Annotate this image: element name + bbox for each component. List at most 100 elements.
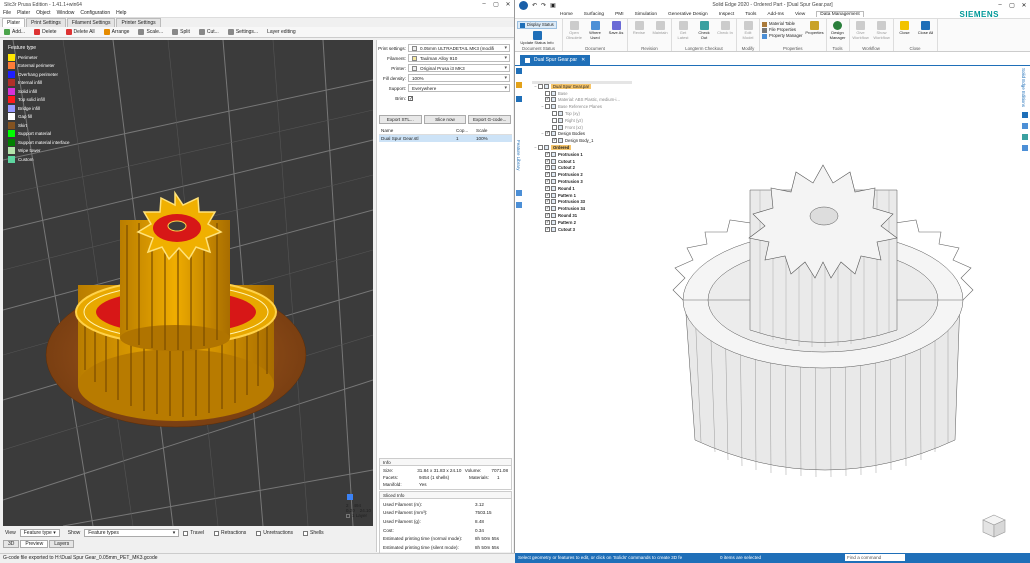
- col-scale[interactable]: Scale: [474, 127, 512, 135]
- close-all-button[interactable]: Close All: [917, 21, 935, 45]
- object-row[interactable]: Dual Spur Gear.stl 1 100%: [379, 134, 512, 142]
- add-button[interactable]: Add...: [4, 29, 25, 35]
- tree-node[interactable]: Top (xy): [533, 110, 620, 117]
- check-out-button[interactable]: Check Out: [695, 21, 713, 45]
- tree-node[interactable]: Right (yz): [533, 117, 620, 124]
- filament-select[interactable]: Taulman Alloy 910: [408, 54, 510, 62]
- teamcenter-dock-icon[interactable]: [516, 190, 522, 196]
- visibility-checkbox[interactable]: [538, 145, 543, 151]
- design-manager-button[interactable]: Design Manager: [829, 21, 847, 45]
- delete-button[interactable]: Delete: [34, 29, 57, 35]
- tree-node[interactable]: Cutout 3: [533, 226, 620, 233]
- tab-print-settings[interactable]: Print Settings: [26, 18, 66, 27]
- sensors-dock-icon[interactable]: [516, 202, 522, 208]
- layer-editing-button[interactable]: Layer editing: [267, 29, 296, 35]
- visibility-checkbox[interactable]: [545, 178, 550, 185]
- tab-printer-settings[interactable]: Printer Settings: [116, 18, 161, 27]
- view-select[interactable]: Feature type ▾: [19, 529, 60, 537]
- find-command-input[interactable]: Find a command: [845, 554, 905, 561]
- visibility-checkbox[interactable]: [545, 90, 550, 96]
- menu-file[interactable]: File: [3, 10, 11, 16]
- tree-node[interactable]: Material: ABS Plastic, medium-i...: [533, 96, 620, 104]
- right-dock-icon-3[interactable]: [1022, 134, 1028, 141]
- tab-view[interactable]: View: [795, 12, 805, 17]
- document-tab[interactable]: Dual Spur Gear.par ✕: [520, 55, 591, 65]
- visibility-checkbox[interactable]: [545, 226, 550, 232]
- tab-pmi[interactable]: PMI: [615, 12, 624, 17]
- menu-plater[interactable]: Plater: [17, 10, 30, 16]
- visibility-checkbox[interactable]: [545, 130, 550, 137]
- export-gcode-button[interactable]: Export G-code...: [468, 115, 512, 124]
- visibility-checkbox[interactable]: [545, 171, 550, 178]
- property-manager-button[interactable]: Property Manager: [762, 33, 803, 39]
- tab-3d[interactable]: 3D: [3, 540, 20, 548]
- brim-checkbox[interactable]: ✓: [408, 95, 413, 101]
- check-in-button[interactable]: Check In: [716, 21, 734, 45]
- export-stl-button[interactable]: Export STL...: [379, 115, 422, 124]
- printer-select[interactable]: Original Prusa i3 MK3: [408, 64, 510, 72]
- visibility-checkbox[interactable]: [545, 96, 550, 103]
- revise-button[interactable]: Revise: [630, 21, 648, 45]
- tree-node[interactable]: Design Body_1: [533, 137, 620, 144]
- visibility-checkbox[interactable]: [538, 83, 543, 89]
- give-workflow-button[interactable]: Give Workflow: [852, 21, 870, 45]
- tree-node[interactable]: −Design Bodies: [533, 130, 620, 138]
- show-select[interactable]: Feature types ▾: [84, 529, 180, 537]
- pathfinder-dock-icon[interactable]: [516, 68, 522, 74]
- slider-upper-thumb[interactable]: [347, 494, 353, 500]
- split-button[interactable]: Split: [172, 29, 190, 35]
- tree-node[interactable]: − Base Reference Planes: [533, 103, 620, 110]
- visibility-checkbox[interactable]: [545, 198, 550, 205]
- edit-model-button[interactable]: Edit Model: [739, 21, 757, 45]
- one-layer-checkbox[interactable]: [346, 513, 350, 518]
- tree-node[interactable]: − Dual Spur Gear.par: [533, 83, 620, 90]
- travel-checkbox[interactable]: Travel: [183, 530, 204, 536]
- cut-button[interactable]: Cut...: [198, 29, 219, 35]
- visibility-checkbox[interactable]: [545, 158, 550, 164]
- slice-now-button[interactable]: Slice now: [423, 115, 467, 124]
- right-dock-icon-4[interactable]: [1022, 145, 1028, 152]
- menu-configuration[interactable]: Configuration: [80, 10, 110, 16]
- 3d-preview-viewport[interactable]: Feature type Perimeter External perimeter O…: [3, 40, 373, 526]
- visibility-checkbox[interactable]: [545, 192, 550, 198]
- tab-plater[interactable]: Plater: [2, 18, 26, 27]
- doc-tab-close-icon[interactable]: ✕: [581, 55, 585, 65]
- tab-generative-design[interactable]: Generative Design: [668, 12, 708, 17]
- menu-help[interactable]: Help: [116, 10, 126, 16]
- visibility-checkbox[interactable]: [552, 137, 557, 144]
- retractions-checkbox[interactable]: Retractions: [213, 530, 246, 536]
- shells-checkbox[interactable]: Shells: [303, 530, 324, 536]
- layers-dock-icon[interactable]: [516, 96, 522, 102]
- visibility-checkbox[interactable]: [545, 212, 550, 219]
- maintain-button[interactable]: Maintain: [651, 21, 669, 45]
- display-status-button[interactable]: Display Status: [517, 21, 557, 29]
- library-dock-icon[interactable]: [516, 82, 522, 88]
- tab-home[interactable]: Home: [560, 12, 573, 17]
- unretractions-checkbox[interactable]: Unretractions: [256, 530, 293, 536]
- tab-simulation[interactable]: Simulation: [635, 12, 657, 17]
- close-button[interactable]: Close: [896, 21, 914, 45]
- menu-window[interactable]: Window: [57, 10, 75, 16]
- col-name[interactable]: Name: [379, 127, 454, 135]
- minimize-icon[interactable]: –: [478, 1, 490, 8]
- visibility-checkbox[interactable]: [545, 104, 550, 110]
- right-dock-icon-2[interactable]: [1022, 123, 1028, 130]
- tab-inspect[interactable]: Inspect: [719, 12, 734, 17]
- layer-slider[interactable]: [346, 494, 353, 500]
- visibility-checkbox[interactable]: [545, 164, 550, 171]
- maximize-icon[interactable]: ▢: [490, 1, 502, 8]
- support-select[interactable]: Everywhere: [408, 84, 510, 92]
- settings-button[interactable]: Settings...: [227, 29, 258, 35]
- tab-surfacing[interactable]: Surfacing: [584, 12, 604, 17]
- view-cube-icon[interactable]: [980, 512, 1008, 540]
- open-obsolete-button[interactable]: Open Obsolete: [565, 21, 583, 45]
- where-used-button[interactable]: Where Used: [586, 21, 604, 45]
- properties-button[interactable]: Properties: [805, 21, 824, 45]
- fill-density-select[interactable]: 100%: [408, 74, 510, 82]
- tab-preview[interactable]: Preview: [20, 540, 49, 548]
- update-status-button[interactable]: Update Status Info: [517, 31, 557, 46]
- solid-edge-editions-tab[interactable]: Solid Edge Editions: [1021, 68, 1026, 107]
- col-copies[interactable]: Cop...: [454, 127, 474, 135]
- scale-button[interactable]: Scale...: [138, 29, 163, 35]
- tab-filament-settings[interactable]: Filament Settings: [66, 18, 116, 27]
